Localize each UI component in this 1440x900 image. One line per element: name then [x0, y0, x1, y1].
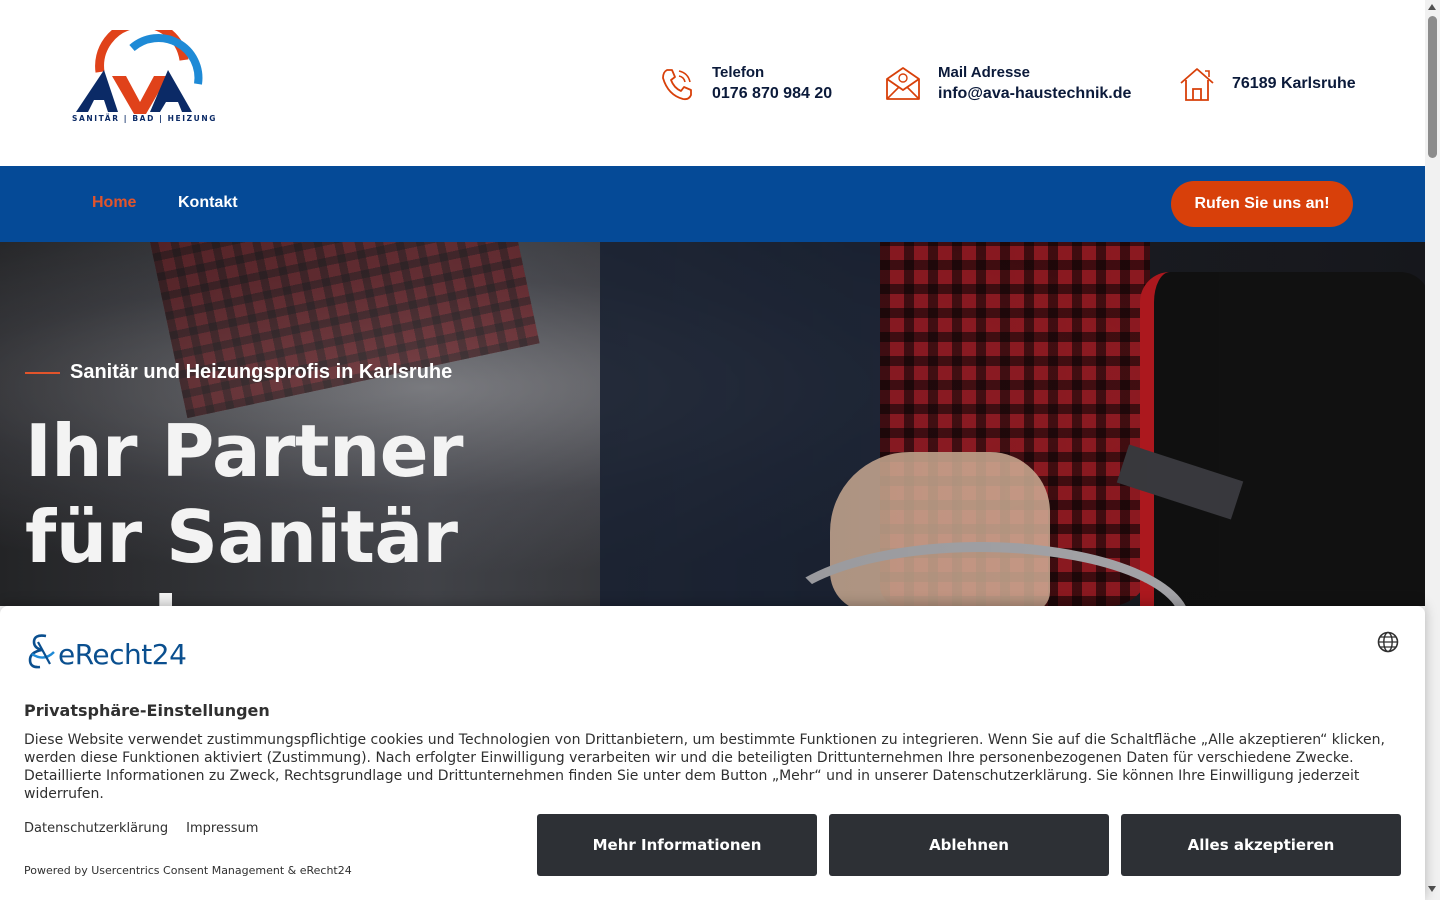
contact-phone[interactable]: Telefon 0176 870 984 20 [658, 62, 832, 106]
consent-banner: eRecht24 Privatsphäre-Einstellungen Dies… [0, 606, 1425, 900]
site-header: SANITÄR | BAD | HEIZUNG Telefon 0176 870… [0, 0, 1425, 166]
erecht24-brand: eRecht24 [58, 638, 187, 671]
consent-links: Datenschutzerklärung Impressum [24, 821, 258, 836]
scroll-down-icon[interactable] [1428, 886, 1436, 892]
contact-phone-value[interactable]: 0176 870 984 20 [712, 83, 832, 105]
contact-mail-label: Mail Adresse [938, 64, 1030, 81]
consent-text: Diese Website verwendet zustimmungspflic… [24, 732, 1385, 802]
scrollbar-thumb[interactable] [1428, 16, 1437, 158]
hero-kicker-text: Sanitär und Heizungsprofis in Karlsruhe [70, 361, 453, 383]
logo-tagline: SANITÄR | BAD | HEIZUNG [72, 114, 218, 123]
nav-item-home[interactable]: Home [92, 194, 136, 212]
mail-icon [886, 67, 920, 100]
page-scrollbar[interactable] [1425, 0, 1440, 900]
scroll-up-icon[interactable] [1428, 4, 1436, 10]
hero-section: Sanitär und Heizungsprofis in Karlsruhe … [0, 242, 1425, 606]
erecht24-logo: eRecht24 [24, 630, 187, 671]
phone-icon [662, 69, 692, 101]
erecht24-mark-icon [28, 634, 55, 669]
imprint-link[interactable]: Impressum [186, 821, 258, 836]
hero-title: Ihr Partner für Sanitär und Badumbau [25, 409, 464, 606]
logo-graphic [76, 30, 203, 114]
contact-mail-value[interactable]: info@ava-haustechnik.de [938, 83, 1131, 105]
deny-button[interactable]: Ablehnen [829, 814, 1109, 876]
main-nav: Home Kontakt Rufen Sie uns an! [0, 166, 1425, 242]
kicker-dash [25, 371, 60, 374]
call-us-button[interactable]: Rufen Sie uns an! [1171, 181, 1353, 227]
accept-all-button[interactable]: Alles akzeptieren [1121, 814, 1401, 876]
contact-address-value: 76189 Karlsruhe [1232, 75, 1356, 92]
company-logo[interactable]: SANITÄR | BAD | HEIZUNG [72, 30, 218, 126]
hero-kicker: Sanitär und Heizungsprofis in Karlsruhe [25, 361, 452, 384]
home-icon [1180, 68, 1214, 101]
globe-icon[interactable] [1377, 631, 1399, 653]
privacy-policy-link[interactable]: Datenschutzerklärung [24, 821, 168, 836]
nav-item-kontakt[interactable]: Kontakt [178, 194, 238, 212]
powered-by-text: Powered by Usercentrics Consent Manageme… [24, 864, 352, 877]
consent-title: Privatsphäre-Einstellungen [24, 701, 270, 720]
contact-mail[interactable]: Mail Adresse info@ava-haustechnik.de [884, 62, 1131, 106]
more-info-button[interactable]: Mehr Informationen [537, 814, 817, 876]
contact-address: 76189 Karlsruhe [1178, 62, 1356, 106]
contact-phone-label: Telefon [712, 64, 765, 81]
